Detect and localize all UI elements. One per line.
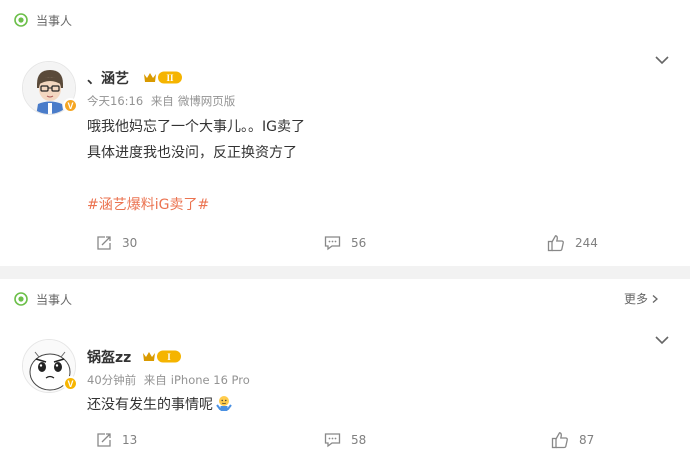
username[interactable]: 锅盔zz — [87, 347, 131, 367]
like-button[interactable]: 87 — [551, 431, 594, 449]
shrug-emoji-icon — [216, 396, 232, 411]
comment-count: 58 — [351, 433, 367, 447]
comment-icon — [324, 433, 341, 448]
thumbs-up-icon — [547, 235, 564, 252]
repost-count: 13 — [122, 433, 138, 447]
post-time[interactable]: 今天16:16 — [87, 94, 143, 108]
share-icon — [97, 433, 111, 447]
repost-count: 30 — [122, 236, 138, 250]
source-prefix: 来自 — [150, 94, 174, 108]
location-pin-icon — [14, 13, 28, 27]
post-source: iPhone 16 Pro — [170, 373, 250, 387]
repost-button[interactable]: 30 — [96, 235, 137, 251]
topic-label: 当事人 — [36, 292, 73, 307]
level-text: I — [167, 352, 171, 362]
username[interactable]: 、涵艺 — [87, 68, 129, 88]
level-text: II — [166, 73, 174, 83]
verified-badge: V — [63, 98, 78, 113]
repost-button[interactable]: 13 — [96, 432, 137, 448]
verified-badge: V — [63, 376, 78, 391]
post-meta: 今天16:16 来自 微博网页版 — [87, 93, 239, 109]
comment-icon — [324, 236, 341, 251]
chevron-right-icon — [652, 294, 658, 303]
hashtag-link[interactable]: #涵艺爆料iG卖了# — [87, 194, 209, 214]
post-card-1: 当事人 V 、涵艺 II 今天16:16 来自 微博网页版 哦我他妈忘了一个大事儿… — [0, 0, 690, 266]
post-time[interactable]: 40分钟前 — [87, 373, 136, 387]
topic-header[interactable]: 当事人 — [14, 10, 72, 30]
post-text: 还没有发生的事情呢 — [87, 394, 233, 414]
topic-header[interactable]: 当事人 — [14, 289, 72, 309]
comment-button[interactable]: 58 — [324, 432, 366, 448]
level-badge-icon: I — [143, 350, 181, 363]
chevron-down-icon[interactable] — [654, 55, 670, 65]
share-icon — [97, 236, 111, 250]
more-label: 更多 — [623, 292, 648, 306]
comment-button[interactable]: 56 — [324, 235, 366, 251]
source-prefix: 来自 — [143, 373, 167, 387]
like-count: 244 — [575, 236, 598, 250]
post-card-2: 当事人 更多 V 锅盔zz I 40分钟前 来自 iPhone 16 Pro 还… — [0, 279, 690, 459]
post-text-line-2: 具体进度我也没问，反正换资方了 — [87, 145, 297, 161]
post-text-line-1: 哦我他妈忘了一个大事儿。。IG卖了 — [87, 119, 305, 135]
post-source: 微博网页版 — [177, 94, 236, 108]
more-link[interactable]: 更多 — [624, 290, 660, 307]
post-meta: 40分钟前 来自 iPhone 16 Pro — [87, 372, 254, 388]
chevron-down-icon[interactable] — [654, 335, 670, 345]
location-pin-icon — [14, 292, 28, 306]
like-count: 87 — [579, 433, 595, 447]
post-text-content: 还没有发生的事情呢 — [87, 397, 213, 413]
like-button[interactable]: 244 — [547, 234, 598, 252]
level-badge-icon: II — [144, 71, 182, 84]
topic-label: 当事人 — [36, 13, 73, 28]
comment-count: 56 — [351, 236, 367, 250]
thumbs-up-icon — [551, 432, 568, 449]
